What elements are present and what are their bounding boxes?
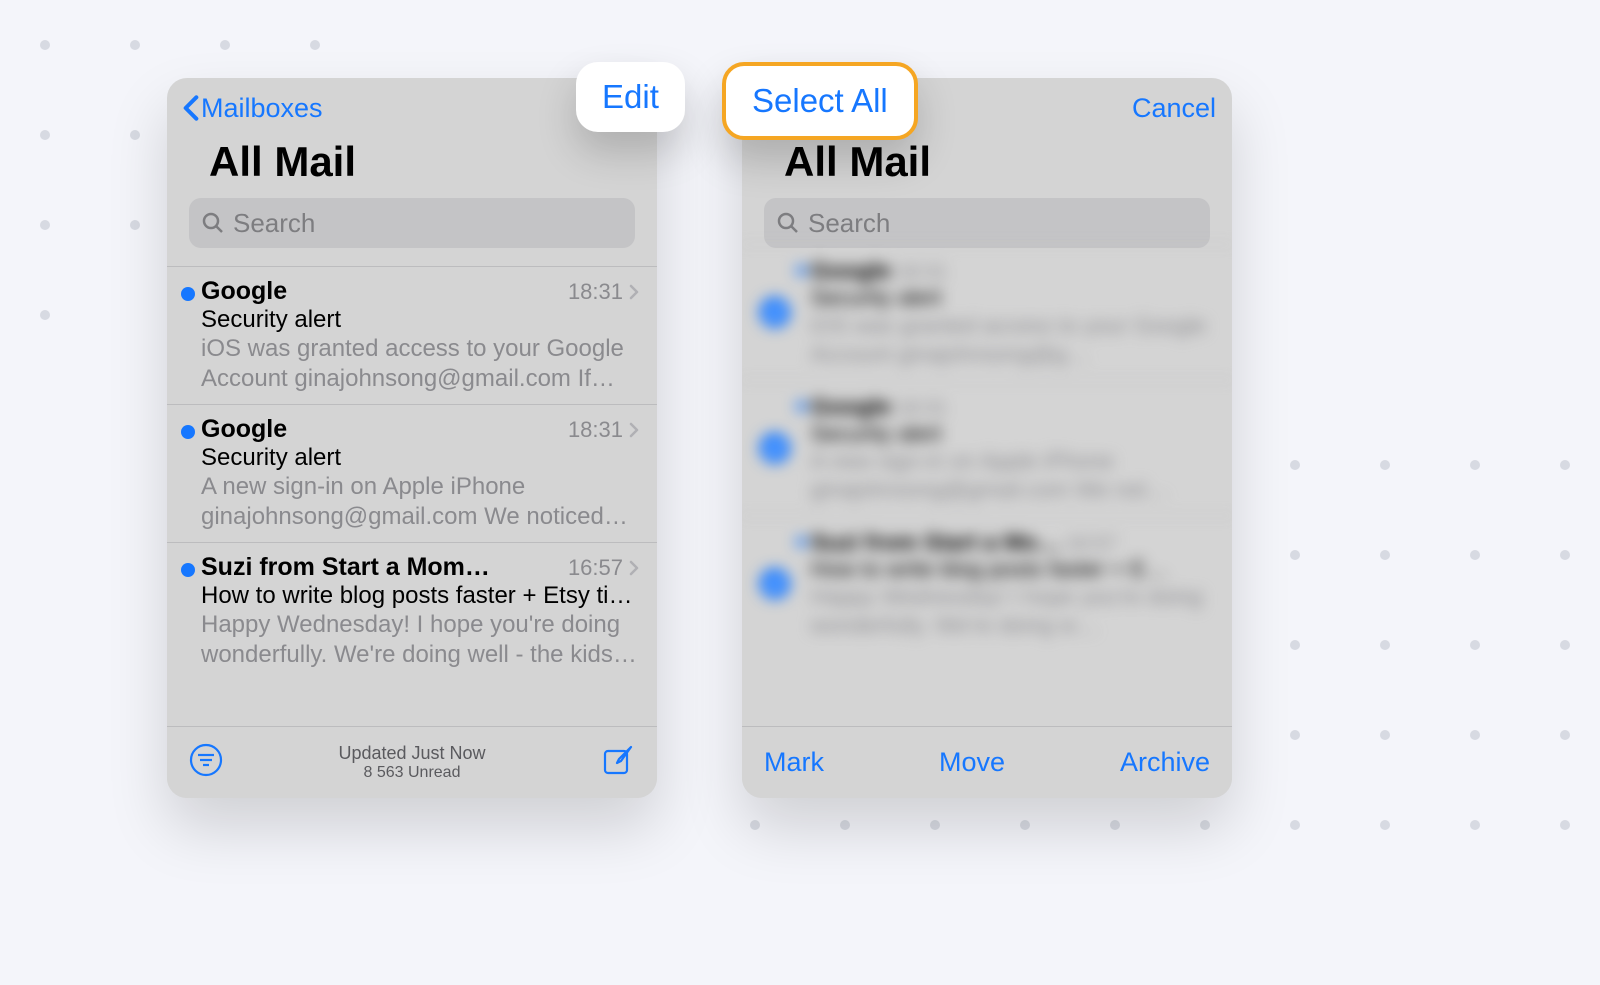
subject: Security alert (201, 444, 639, 472)
preview: Happy Wednesday! I hope you're doing won… (201, 610, 639, 670)
search-placeholder: Search (808, 208, 890, 239)
search-input[interactable]: Search (189, 198, 635, 248)
email-row-selected[interactable]: Google 18:31 Security alert iOS was gran… (742, 244, 1232, 380)
email-row[interactable]: Google 18:31 Security alert A new sign-i… (167, 404, 657, 542)
back-label: Mailboxes (201, 93, 323, 124)
cancel-button[interactable]: Cancel (1132, 93, 1216, 124)
time: 16:57 (568, 555, 623, 581)
email-row[interactable]: Suzi from Start a Mom… 16:57 How to writ… (167, 542, 657, 680)
move-button[interactable]: Move (939, 747, 1005, 778)
checkmark-icon (760, 433, 791, 464)
mark-button[interactable]: Mark (764, 747, 824, 778)
compose-button[interactable] (601, 743, 635, 782)
unread-dot-icon (181, 425, 195, 439)
status-line: Updated Just Now (338, 743, 485, 764)
time: 18:31 (896, 261, 947, 283)
sender: Suzi from Start a Mom… (201, 553, 490, 582)
edit-button[interactable]: Edit (576, 62, 685, 132)
sender: Suzi from Start a Mo… (811, 529, 1061, 556)
unread-dot-icon (181, 287, 195, 301)
email-row-selected[interactable]: Google 18:31 Security alert A new sign-i… (742, 380, 1232, 516)
unread-dot-icon (796, 265, 806, 275)
phone-mail-list: Mailboxes All Mail Search Google 18:31 S… (167, 78, 657, 798)
chevron-right-icon (629, 560, 639, 576)
sender: Google (201, 415, 287, 444)
checkmark-icon (760, 568, 791, 599)
time: 16:57 (1065, 533, 1116, 555)
search-input[interactable]: Search (764, 198, 1210, 248)
unread-dot-icon (796, 537, 806, 547)
archive-button[interactable]: Archive (1120, 747, 1210, 778)
compose-icon (601, 743, 635, 777)
subject: Security alert (201, 306, 639, 334)
preview: iOS was granted access to your Google Ac… (201, 334, 639, 394)
toolbar: Updated Just Now 8 563 Unread (167, 726, 657, 798)
preview: A new sign-in on Apple iPhone ginajohnso… (811, 447, 1219, 503)
select-all-button[interactable]: Select All (722, 62, 918, 140)
email-row[interactable]: Google 18:31 Security alert iOS was gran… (167, 266, 657, 404)
sender: Google (811, 393, 892, 420)
unread-dot-icon (796, 401, 806, 411)
search-icon (201, 211, 225, 235)
unread-count: 8 563 Unread (338, 764, 485, 782)
page-title: All Mail (167, 138, 657, 194)
email-row-selected[interactable]: Suzi from Start a Mo… 16:57 How to write… (742, 515, 1232, 651)
preview: iOS was granted access to your Google Ac… (811, 311, 1219, 367)
preview: Happy Wednesday! I hope you're doing won… (811, 583, 1219, 639)
preview: A new sign-in on Apple iPhone ginajohnso… (201, 472, 639, 532)
subject: How to write blog posts faster + E… (811, 556, 1219, 583)
subject: Security alert (811, 420, 1219, 447)
phone-mail-edit: Cancel All Mail Search Google 18:31 Secu… (742, 78, 1232, 798)
sender: Google (201, 277, 287, 306)
unread-dot-icon (181, 563, 195, 577)
back-button[interactable]: Mailboxes (183, 93, 323, 124)
filter-icon (189, 743, 223, 777)
time: 18:31 (896, 397, 947, 419)
email-list: Google 18:31 Security alert iOS was gran… (167, 266, 657, 680)
filter-button[interactable] (189, 743, 223, 782)
checkmark-icon (760, 297, 791, 328)
page-title: All Mail (742, 138, 1232, 194)
search-placeholder: Search (233, 208, 315, 239)
sender: Google (811, 257, 892, 284)
time: 18:31 (568, 279, 623, 305)
subject: Security alert (811, 285, 1219, 312)
chevron-right-icon (629, 422, 639, 438)
subject: How to write blog posts faster + Etsy ti… (201, 582, 639, 610)
time: 18:31 (568, 417, 623, 443)
status-text: Updated Just Now 8 563 Unread (338, 743, 485, 782)
chevron-left-icon (183, 94, 199, 122)
chevron-right-icon (629, 284, 639, 300)
search-icon (776, 211, 800, 235)
edit-toolbar: Mark Move Archive (742, 726, 1232, 798)
